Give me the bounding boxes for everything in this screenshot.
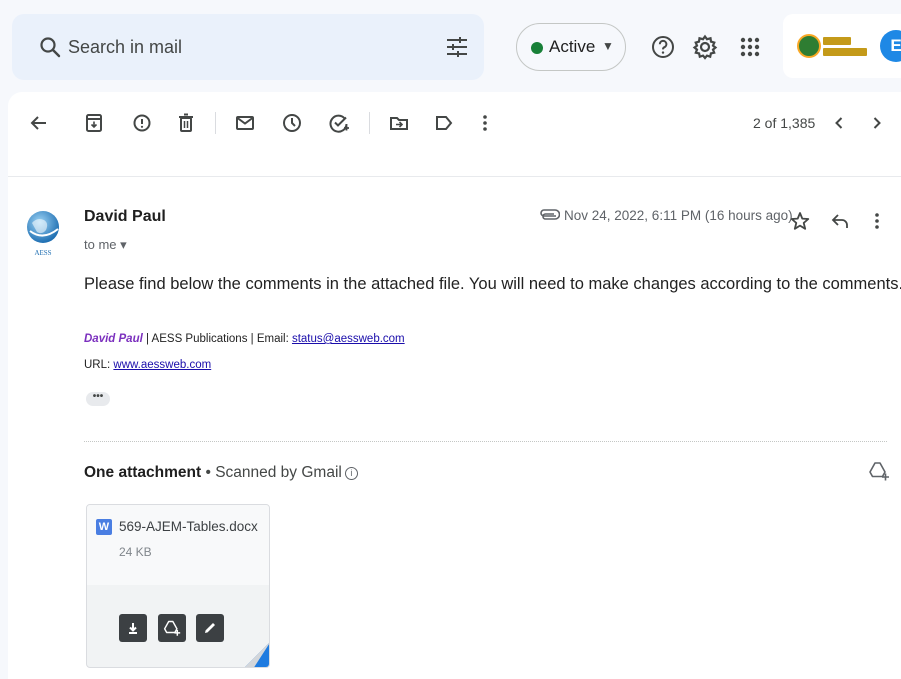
pencil-icon <box>205 623 215 633</box>
apps-grid-icon[interactable] <box>737 34 763 60</box>
attachments-header: One attachment • Scanned by Gmail i <box>84 464 358 482</box>
reply-icon[interactable] <box>829 210 851 232</box>
toolbar-divider <box>369 112 370 134</box>
search-icon[interactable] <box>38 35 62 59</box>
labels-icon[interactable] <box>433 112 455 134</box>
add-to-drive-icon[interactable] <box>868 460 890 482</box>
signature-url-line: URL: www.aessweb.com <box>84 359 211 371</box>
info-icon[interactable]: i <box>344 467 358 480</box>
recipient-details[interactable]: to me ▾ <box>84 237 127 253</box>
download-icon <box>129 623 137 634</box>
back-arrow-icon[interactable] <box>28 112 50 134</box>
account-avatar[interactable]: E <box>880 30 901 62</box>
help-icon[interactable] <box>650 34 676 60</box>
more-vert-icon[interactable] <box>474 112 496 134</box>
more-vert-icon[interactable] <box>866 210 888 232</box>
attachment-card[interactable]: W 569-AJEM-Tables.docx 24 KB <box>86 504 270 668</box>
star-icon[interactable] <box>789 210 811 232</box>
message-toolbar: 2 of 1,385 <box>8 92 901 156</box>
message-pane: 2 of 1,385 AESS David Paul to me ▾ Nov 2… <box>8 92 901 679</box>
sender-avatar[interactable]: AESS <box>22 205 64 259</box>
status-dot <box>531 42 543 54</box>
add-to-drive-button[interactable] <box>158 614 186 642</box>
message-date: Nov 24, 2022, 6:11 PM (16 hours ago) <box>564 208 793 223</box>
header-divider <box>8 176 901 177</box>
recipient-label: to me <box>84 237 117 252</box>
archive-icon[interactable] <box>83 112 105 134</box>
file-corner-fold <box>245 643 269 667</box>
signature-url-label: URL: <box>84 359 114 371</box>
signature-line: David Paul | AESS Publications | Email: … <box>84 333 405 345</box>
settings-gear-icon[interactable] <box>692 34 718 60</box>
report-spam-icon[interactable] <box>131 112 153 134</box>
sender-name[interactable]: David Paul <box>84 208 166 226</box>
add-to-tasks-icon[interactable] <box>328 112 350 134</box>
show-trimmed-content-button[interactable]: ••• <box>86 392 110 406</box>
attachments-separator: • <box>201 464 216 481</box>
status-label: Active <box>549 37 596 56</box>
signature-email-link[interactable]: status@aessweb.com <box>292 333 405 345</box>
attachment-file-size: 24 KB <box>119 545 152 559</box>
signature-org: | AESS Publications | Email: <box>142 333 292 345</box>
attachment-card-header: W 569-AJEM-Tables.docx 24 KB <box>87 505 269 585</box>
snooze-icon[interactable] <box>281 112 303 134</box>
search-input[interactable]: Search in mail <box>68 37 182 58</box>
paperclip-icon <box>540 209 560 220</box>
top-bar: Search in mail Active ▼ E <box>0 0 901 92</box>
signature-name: David Paul <box>84 333 143 345</box>
download-button[interactable] <box>119 614 147 642</box>
chevron-down-icon[interactable]: ▾ <box>120 237 127 252</box>
university-wordmark <box>823 34 869 56</box>
message-body: Please find below the comments in the at… <box>84 275 901 293</box>
tune-icon[interactable] <box>444 34 470 60</box>
toolbar-divider <box>215 112 216 134</box>
account-switcher[interactable]: E <box>783 14 901 78</box>
scanned-by-gmail-label: Scanned by Gmail <box>215 464 342 481</box>
signature-url-link[interactable]: www.aessweb.com <box>113 359 211 371</box>
attachment-file-name: 569-AJEM-Tables.docx <box>119 519 258 534</box>
edit-button[interactable] <box>196 614 224 642</box>
older-chevron-icon[interactable] <box>866 112 888 134</box>
move-to-icon[interactable] <box>388 112 410 134</box>
pager-count: 2 of 1,385 <box>753 115 816 131</box>
avatar-caption: AESS <box>34 249 51 257</box>
attachments-title: One attachment <box>84 464 202 481</box>
newer-chevron-icon[interactable] <box>828 112 850 134</box>
add-to-drive-icon <box>163 620 181 636</box>
delete-icon[interactable] <box>175 112 197 134</box>
word-doc-icon: W <box>96 519 112 535</box>
university-logo <box>797 34 821 58</box>
chevron-down-icon: ▼ <box>602 39 614 53</box>
mark-unread-icon[interactable] <box>234 112 256 134</box>
status-dropdown[interactable]: Active ▼ <box>516 23 626 71</box>
search-bar[interactable]: Search in mail <box>12 14 484 80</box>
attachments-divider <box>84 441 887 442</box>
